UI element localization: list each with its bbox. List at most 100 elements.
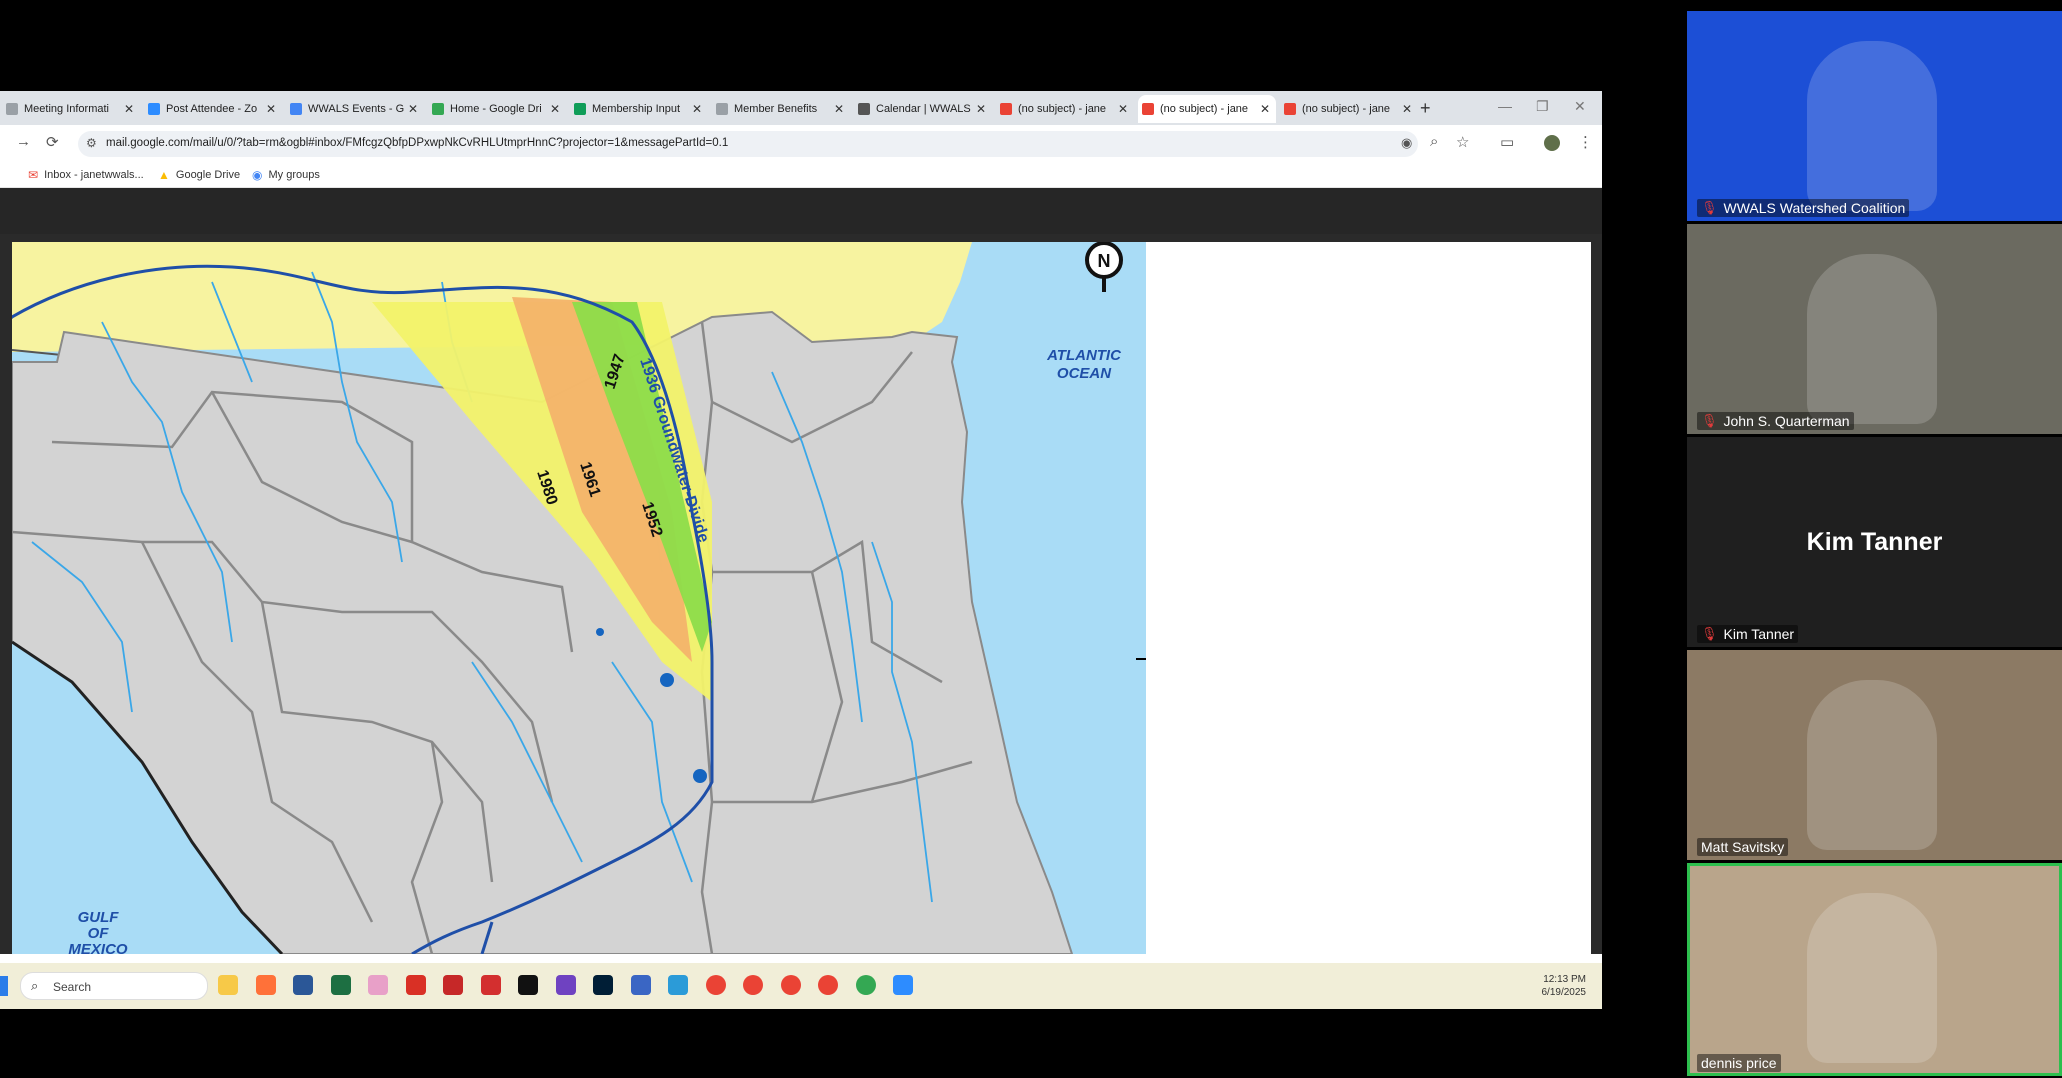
restore-icon[interactable]: ❐ xyxy=(1536,98,1549,115)
cast-icon[interactable]: ▭ xyxy=(1500,133,1514,151)
taskbar-app-icon[interactable] xyxy=(218,975,238,995)
gulf-label-line1: GULF xyxy=(78,909,120,926)
browser-tab[interactable]: (no subject) - jane ✕ xyxy=(1138,95,1276,123)
participant-name-label: 🎙︎ Kim Tanner xyxy=(1697,625,1799,643)
more-menu-icon[interactable]: ⋮ xyxy=(1578,133,1593,151)
participant-tile[interactable]: 🎙︎ John S. Quarterman xyxy=(1687,224,2062,434)
tab-title: Calendar | WWALS xyxy=(876,103,971,115)
search-icon: ⌕ xyxy=(31,978,39,993)
tab-favicon-icon xyxy=(716,103,728,115)
taskbar-app-icon[interactable] xyxy=(818,975,838,995)
tab-close-icon[interactable]: ✕ xyxy=(406,102,420,116)
taskbar-app-icon[interactable] xyxy=(293,975,313,995)
participant-video xyxy=(1807,680,1937,850)
taskbar-app-icon[interactable] xyxy=(330,975,351,995)
gulf-label-line3: MEXICO xyxy=(68,941,128,954)
participant-name-label: Matt Savitsky xyxy=(1697,838,1789,856)
participant-tile[interactable]: Matt Savitsky xyxy=(1687,650,2062,860)
tab-favicon-icon xyxy=(432,103,444,115)
taskbar-app-icon[interactable] xyxy=(405,975,426,995)
participant-name: dennis price xyxy=(1701,1055,1777,1071)
browser-tab[interactable]: Membership Input ✕ xyxy=(570,95,708,123)
bookmark-item[interactable]: ▲ Google Drive xyxy=(158,168,240,182)
participant-tile[interactable]: 🎙︎ WWALS Watershed Coalition xyxy=(1687,11,2062,221)
shared-screen: Meeting Informati ✕ Post Attendee - Zo ✕ WWA… xyxy=(0,91,1602,1009)
address-bar[interactable]: ⚙ mail.google.com/mail/u/0/?tab=rm&ogbl#… xyxy=(78,131,1418,157)
browser-tab[interactable]: Member Benefits ✕ xyxy=(712,95,850,123)
tab-favicon-icon xyxy=(290,103,302,115)
browser-tab[interactable]: WWALS Events - G ✕ xyxy=(286,95,424,123)
mic-muted-icon: 🎙︎ xyxy=(1701,413,1718,428)
participant-tile[interactable]: dennis price xyxy=(1687,863,2062,1076)
bookmark-item[interactable]: ✉ Inbox - janetwwals... xyxy=(28,168,144,182)
taskbar-app-icon[interactable] xyxy=(668,975,688,995)
lake xyxy=(660,673,674,687)
reload-icon[interactable]: ⟳ xyxy=(46,133,59,151)
groups-icon: ◉ xyxy=(252,168,263,182)
taskbar-app-icon[interactable] xyxy=(443,975,463,995)
clock-time: 12:13 PM xyxy=(1543,974,1586,985)
minimize-icon[interactable]: — xyxy=(1498,98,1512,114)
system-clock[interactable]: 12:13 PM 6/19/2025 xyxy=(1520,973,1587,999)
bookmark-label: Google Drive xyxy=(175,169,241,181)
zoom-icon[interactable]: ⌕ xyxy=(1430,133,1438,150)
mic-muted-icon: 🎙︎ xyxy=(1701,200,1718,215)
tab-title: WWALS Events - G xyxy=(308,103,405,115)
tab-close-icon[interactable]: ✕ xyxy=(122,102,136,116)
browser-tab[interactable]: Home - Google Dri ✕ xyxy=(428,95,566,123)
browser-tab[interactable]: Calendar | WWALS ✕ xyxy=(854,95,992,123)
browser-tab[interactable]: Post Attendee - Zo ✕ xyxy=(144,95,282,123)
tab-close-icon[interactable]: ✕ xyxy=(1116,102,1130,116)
participant-video xyxy=(1807,254,1937,424)
taskbar-app-icon[interactable] xyxy=(255,975,276,995)
tab-title: Membership Input xyxy=(592,103,681,115)
taskbar-app-icon[interactable] xyxy=(555,975,576,995)
gmail-icon: ✉ xyxy=(28,168,39,182)
forward-icon[interactable]: → xyxy=(16,133,31,150)
attachment-viewer-header xyxy=(0,188,1602,234)
browser-tab[interactable]: (no subject) - jane ✕ xyxy=(996,95,1134,123)
tab-title: Meeting Informati xyxy=(24,103,109,115)
browser-toolbar: → ⟳ ⚙ mail.google.com/mail/u/0/?tab=rm&o… xyxy=(0,125,1602,163)
taskbar-app-icon[interactable] xyxy=(480,975,501,995)
taskbar-search[interactable]: ⌕ Search xyxy=(20,972,208,1000)
taskbar-app-icon[interactable] xyxy=(593,975,613,995)
ocean-label-line1: ATLANTIC xyxy=(1046,347,1122,364)
start-icon[interactable] xyxy=(0,976,8,996)
tab-favicon-icon xyxy=(1000,103,1012,115)
groundwater-divide-map: ATLANTIC OCEAN GULF OF MEXICO 1936 Groun… xyxy=(12,242,1146,954)
gulf-label-line2: OF xyxy=(88,925,110,942)
page-marker xyxy=(1136,658,1146,660)
participant-tile[interactable]: Kim Tanner 🎙︎ Kim Tanner xyxy=(1687,437,2062,647)
participant-name: John S. Quarterman xyxy=(1723,413,1850,429)
close-window-icon[interactable]: ✕ xyxy=(1574,98,1586,115)
taskbar-app-icon[interactable] xyxy=(630,975,651,995)
site-settings-icon[interactable]: ⚙ xyxy=(86,136,97,150)
participant-name: WWALS Watershed Coalition xyxy=(1723,200,1906,216)
new-tab-button[interactable]: + xyxy=(1420,98,1431,119)
participant-display-name: Kim Tanner xyxy=(1806,527,1943,556)
search-label: Search xyxy=(53,980,92,994)
tab-close-icon[interactable]: ✕ xyxy=(974,102,988,116)
taskbar-app-icon[interactable] xyxy=(780,975,801,995)
tab-close-icon[interactable]: ✕ xyxy=(690,102,704,116)
tab-close-icon[interactable]: ✕ xyxy=(264,102,278,116)
bookmark-item[interactable]: ◉ My groups xyxy=(252,168,320,182)
taskbar-app-icon[interactable] xyxy=(705,975,726,995)
eye-icon[interactable]: ◉ xyxy=(1401,135,1412,151)
browser-tab[interactable]: (no subject) - jane ✕ xyxy=(1280,95,1418,123)
taskbar-app-icon[interactable] xyxy=(893,975,913,995)
tab-close-icon[interactable]: ✕ xyxy=(1400,102,1414,116)
participant-video xyxy=(1807,893,1937,1063)
taskbar-app-icon[interactable] xyxy=(368,975,388,995)
taskbar-app-icon[interactable] xyxy=(855,975,876,995)
tab-title: (no subject) - jane xyxy=(1302,103,1391,115)
taskbar-app-icon[interactable] xyxy=(518,975,538,995)
bookmark-star-icon[interactable]: ☆ xyxy=(1456,133,1469,151)
browser-tab[interactable]: Meeting Informati ✕ xyxy=(2,95,140,123)
profile-avatar[interactable] xyxy=(1544,135,1560,151)
tab-close-icon[interactable]: ✕ xyxy=(832,102,846,116)
tab-close-icon[interactable]: ✕ xyxy=(1258,102,1272,116)
taskbar-app-icon[interactable] xyxy=(743,975,763,995)
tab-close-icon[interactable]: ✕ xyxy=(548,102,562,116)
